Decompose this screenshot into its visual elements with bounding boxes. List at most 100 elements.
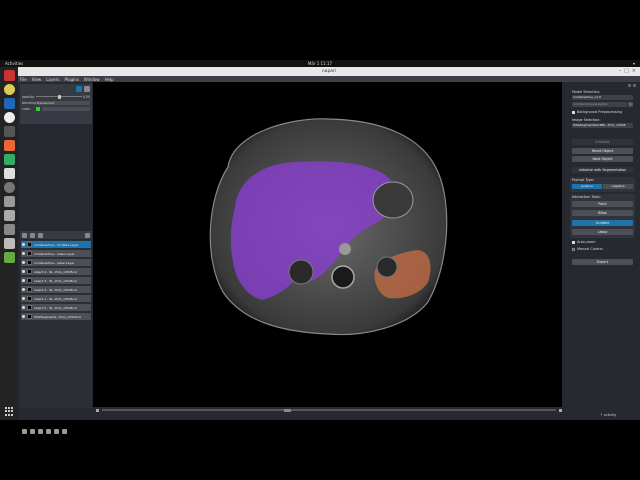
new-points-layer-icon[interactable]: [22, 232, 27, 238]
menu-view[interactable]: View: [32, 77, 42, 82]
visibility-icon[interactable]: [22, 297, 25, 300]
blending-select[interactable]: translucent: [36, 100, 90, 105]
initialize-button[interactable]: Initialize: [572, 139, 633, 145]
visibility-icon[interactable]: [22, 243, 25, 246]
play-icon[interactable]: [96, 408, 99, 412]
prompt-negative-button[interactable]: negative: [603, 184, 633, 189]
visibility-icon[interactable]: [22, 306, 25, 309]
minimize-icon[interactable]: –: [619, 68, 622, 74]
visibility-icon[interactable]: [22, 270, 25, 273]
visibility-icon[interactable]: [22, 279, 25, 282]
layer-item[interactable]: TotalSegmenta...Pro1_oll328.nii: [21, 313, 91, 320]
model-path-input[interactable]: /nnInteractive/weights/: [572, 102, 627, 107]
layer-thumbnail: [27, 278, 32, 283]
vscode-icon[interactable]: [3, 98, 15, 109]
close-icon[interactable]: ×: [632, 68, 636, 74]
close-panel-icon[interactable]: [633, 84, 636, 87]
ndisplay-icon[interactable]: [30, 429, 35, 434]
menu-file[interactable]: File: [20, 77, 27, 82]
manual-control-checkbox[interactable]: Manual Control: [572, 247, 603, 251]
color-swatch[interactable]: [36, 106, 40, 111]
text-editor-icon[interactable]: [3, 168, 15, 179]
layer-item[interactable]: nnInteractive - Scribble Layer: [21, 241, 91, 248]
app-icon-disk[interactable]: [3, 224, 15, 235]
transpose-icon[interactable]: [46, 429, 51, 434]
app-icon-disc[interactable]: [3, 182, 15, 193]
app-icon-circle[interactable]: [3, 112, 15, 123]
checkbox-checked[interactable]: [572, 240, 575, 244]
delete-layer-icon[interactable]: [85, 232, 90, 238]
reset-object-button[interactable]: Reset Object: [572, 148, 633, 154]
opacity-slider[interactable]: [36, 94, 82, 99]
model-select[interactable]: nnInteractive_v1.0: [572, 95, 633, 100]
export-button[interactable]: Export: [572, 259, 633, 265]
color-label: color:: [22, 106, 31, 111]
layer-name: object 3 - Te...Pro1_oll328.nii: [34, 278, 78, 283]
activities-button[interactable]: Activities: [5, 61, 23, 66]
dims-slider-thumb[interactable]: [283, 408, 291, 412]
pycharm-icon[interactable]: [3, 154, 15, 165]
menu-plugins[interactable]: Plugins: [64, 77, 78, 82]
maximize-icon[interactable]: □: [624, 68, 629, 74]
background-preprocessing-checkbox[interactable]: Background Preprocessing: [572, 110, 622, 114]
new-labels-layer-icon[interactable]: [38, 232, 43, 238]
app-icon-napari[interactable]: [3, 210, 15, 221]
layer-name: nnInteractive - Lasso Layer: [34, 251, 75, 256]
show-apps-icon[interactable]: [4, 407, 14, 416]
image-select[interactable]: TotalSegmentatorMRI...Pro1_oll328: [572, 123, 633, 128]
system-top-bar: Activities Mär 1 11:17 ▾: [0, 60, 640, 67]
spine: [331, 265, 355, 289]
menu-window[interactable]: Window: [84, 77, 100, 82]
chrome-icon[interactable]: [3, 84, 15, 95]
console-icon[interactable]: [22, 429, 27, 434]
visibility-icon[interactable]: [22, 252, 25, 255]
color-select[interactable]: [42, 106, 90, 111]
brush-icon[interactable]: [76, 86, 82, 92]
layer-item[interactable]: nnInteractive - Label Layer: [21, 259, 91, 266]
app-icon-drive[interactable]: [3, 196, 15, 207]
app-icon-files[interactable]: [3, 70, 15, 81]
bbox-tool-button[interactable]: BBox: [572, 210, 633, 216]
float-icon[interactable]: [628, 84, 631, 87]
visibility-icon[interactable]: [22, 288, 25, 291]
visibility-icon[interactable]: [22, 261, 25, 264]
clear-path-icon[interactable]: ×: [628, 102, 633, 107]
dims-slider[interactable]: [102, 408, 556, 412]
move-icon[interactable]: [84, 86, 90, 92]
manual-control-label: Manual Control: [577, 247, 603, 251]
clock[interactable]: Mär 1 11:17: [308, 61, 332, 66]
visibility-icon[interactable]: [22, 315, 25, 318]
dims-slider-bar: [93, 407, 562, 413]
lasso-tool-button[interactable]: Lasso: [572, 229, 633, 235]
new-shapes-layer-icon[interactable]: [30, 232, 35, 238]
layer-item[interactable]: object 1 - Te...Pro1_oll328.nii: [21, 295, 91, 302]
prompt-positive-button[interactable]: positive: [572, 184, 602, 189]
opacity-slider-knob[interactable]: [57, 94, 61, 99]
firefox-icon[interactable]: [3, 140, 15, 151]
layer-item[interactable]: nnInteractive - Lasso Layer: [21, 250, 91, 257]
menu-help[interactable]: Help: [105, 77, 114, 82]
home-icon[interactable]: [62, 429, 67, 434]
layer-item[interactable]: object 2 - Te...Pro1_oll328.nii: [21, 286, 91, 293]
terminal-icon[interactable]: [3, 126, 15, 137]
roll-icon[interactable]: [38, 429, 43, 434]
layer-item[interactable]: object 3 - Te...Pro1_oll328.nii: [21, 277, 91, 284]
initialize-with-segmentation-button[interactable]: Initialize with Segmentation: [572, 167, 633, 173]
layer-thumbnail: [27, 287, 32, 292]
menu-layers[interactable]: Layers: [46, 77, 59, 82]
grid-icon[interactable]: [54, 429, 59, 434]
next-object-button[interactable]: Next Object: [572, 156, 633, 162]
checkbox-checked[interactable]: [572, 110, 575, 114]
app-icon-trash[interactable]: [3, 252, 15, 263]
activity-indicator[interactable]: ↑ activity: [600, 413, 616, 417]
napari-window: napari – □ × File View Layers Plugins Wi…: [18, 67, 640, 434]
auto-zoom-checkbox[interactable]: Auto-zoom: [572, 240, 595, 244]
checkbox-unchecked[interactable]: [572, 247, 575, 251]
image-canvas[interactable]: [93, 82, 562, 407]
system-tray[interactable]: ▾: [633, 61, 635, 66]
app-icon-disk-2[interactable]: [3, 238, 15, 249]
scribble-tool-button[interactable]: Scribble: [572, 220, 633, 226]
point-tool-button[interactable]: Point: [572, 201, 633, 207]
layer-item[interactable]: object 0 - Te...Pro1_oll328.nii: [21, 304, 91, 311]
layer-item[interactable]: object 4 - Te...Pro1_oll328.nii: [21, 268, 91, 275]
